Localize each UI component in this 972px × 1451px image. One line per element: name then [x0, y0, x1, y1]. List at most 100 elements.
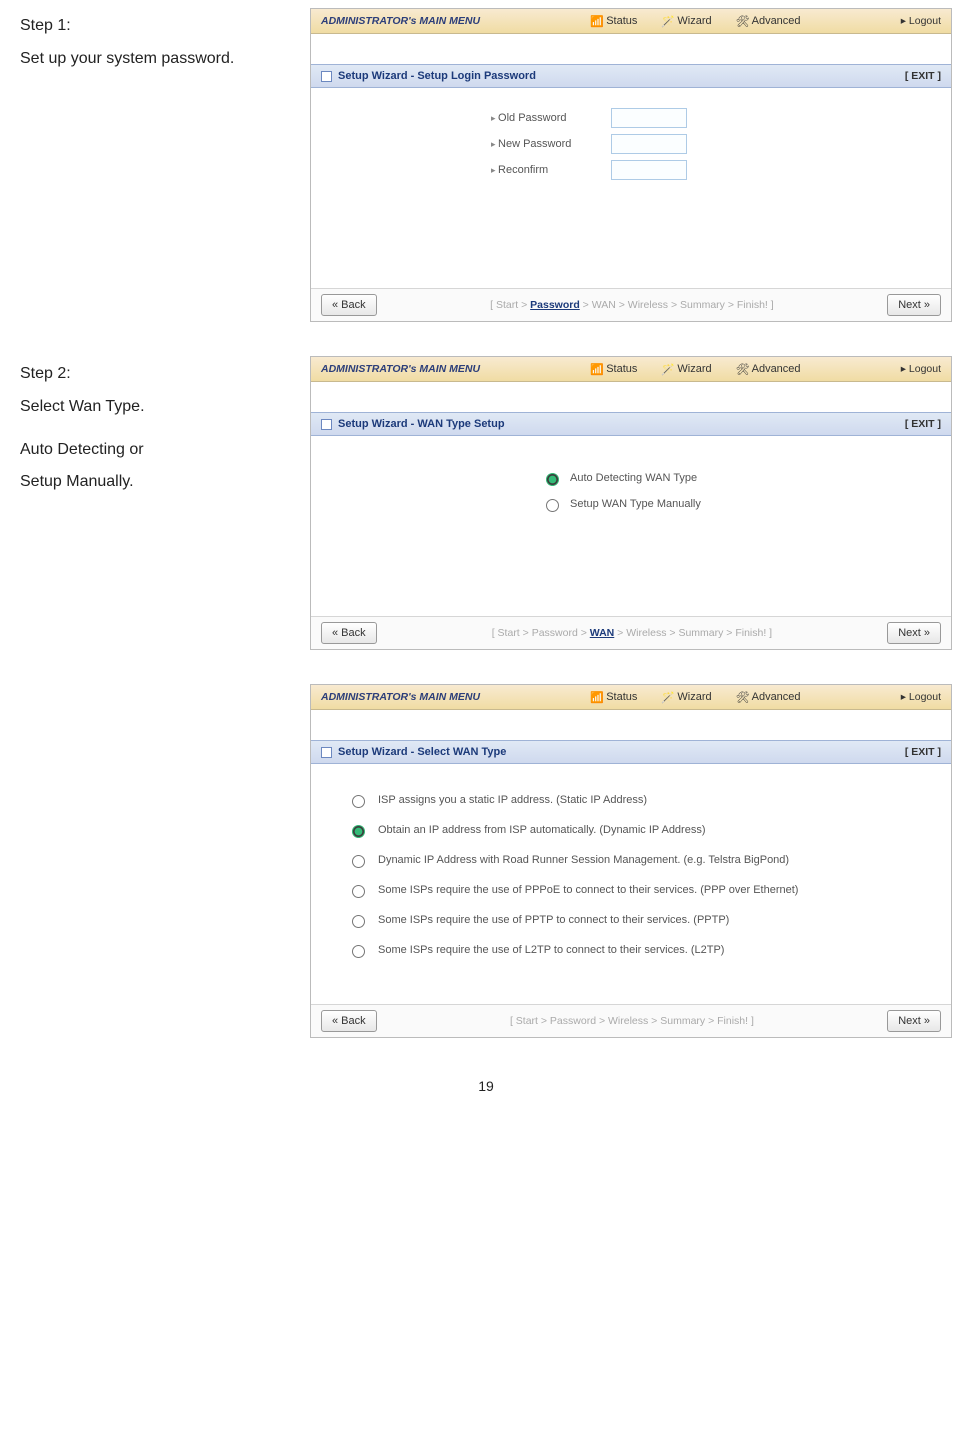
crumb-pre: [ Start >	[490, 299, 530, 311]
nav-wizard-label: Wizard	[677, 363, 711, 375]
old-password-input[interactable]	[611, 108, 687, 128]
screenshot-step1: ADMINISTRATOR's MAIN MENU 📶 Status 🪄 Wiz…	[310, 8, 952, 322]
wizard-icon: 🪄	[661, 691, 673, 703]
status-icon: 📶	[590, 363, 602, 375]
nav-wizard[interactable]: 🪄 Wizard	[649, 691, 723, 703]
wan-pptp-radio[interactable]	[352, 915, 365, 928]
reconfirm-label: Reconfirm	[491, 164, 611, 176]
panel2-breadcrumb: [ Start > Password > WAN > Wireless > Su…	[377, 627, 888, 639]
step2-text: Select Wan Type.	[20, 395, 310, 420]
crumb-current: Password	[530, 299, 580, 311]
nav-logout[interactable]: ▸ Logout	[901, 363, 951, 375]
nav-logout[interactable]: ▸ Logout	[901, 15, 951, 27]
crumb-current: WAN	[590, 627, 615, 639]
panel1-next-button[interactable]: Next »	[887, 294, 941, 316]
admin-nav: ADMINISTRATOR's MAIN MENU 📶 Status 🪄 Wizar…	[311, 357, 951, 382]
panel3-breadcrumb: [ Start > Password > Wireless > Summary …	[377, 1015, 888, 1027]
panel3-title: Setup Wizard - Select WAN Type	[338, 746, 506, 758]
wan-pptp-option[interactable]: Some ISPs require the use of PPTP to con…	[347, 912, 951, 928]
status-icon: 📶	[590, 15, 602, 27]
nav-advanced-label: Advanced	[752, 691, 801, 703]
new-password-input[interactable]	[611, 134, 687, 154]
wan-l2tp-label: Some ISPs require the use of L2TP to con…	[378, 944, 724, 956]
wan-dynamic-radio[interactable]	[352, 825, 365, 838]
page-number: 19	[20, 1078, 952, 1094]
wan-manual-option[interactable]: Setup WAN Type Manually	[541, 496, 951, 512]
wan-l2tp-radio[interactable]	[352, 945, 365, 958]
panel2-header: Setup Wizard - WAN Type Setup [ EXIT ]	[311, 412, 951, 436]
panel1-back-button[interactable]: « Back	[321, 294, 377, 316]
wan-pptp-label: Some ISPs require the use of PPTP to con…	[378, 914, 729, 926]
new-password-label: New Password	[491, 138, 611, 150]
panel2-next-button[interactable]: Next »	[887, 622, 941, 644]
wan-bigpond-radio[interactable]	[352, 855, 365, 868]
nav-status[interactable]: 📶 Status	[578, 363, 649, 375]
wan-auto-radio[interactable]	[546, 473, 559, 486]
wan-auto-option[interactable]: Auto Detecting WAN Type	[541, 470, 951, 486]
advanced-icon: 🛠	[736, 363, 748, 375]
nav-advanced-label: Advanced	[752, 15, 801, 27]
nav-wizard[interactable]: 🪄 Wizard	[649, 15, 723, 27]
wan-static-radio[interactable]	[352, 795, 365, 808]
panel3-back-button[interactable]: « Back	[321, 1010, 377, 1032]
wan-bigpond-label: Dynamic IP Address with Road Runner Sess…	[378, 854, 789, 866]
panel1-header: Setup Wizard - Setup Login Password [ EX…	[311, 64, 951, 88]
wan-static-label: ISP assigns you a static IP address. (St…	[378, 794, 647, 806]
panel3-next-button[interactable]: Next »	[887, 1010, 941, 1032]
wizard-icon: 🪄	[661, 363, 673, 375]
brand-label: ADMINISTRATOR's MAIN MENU	[311, 15, 490, 27]
nav-status-label: Status	[606, 691, 637, 703]
crumb-pre: [ Start > Password >	[510, 1015, 605, 1027]
wan-pppoe-label: Some ISPs require the use of PPPoE to co…	[378, 884, 798, 896]
wizard-icon: 🪄	[661, 15, 673, 27]
step2-aux2: Setup Manually.	[20, 470, 310, 495]
panel-icon	[321, 419, 332, 430]
wan-manual-radio[interactable]	[546, 499, 559, 512]
nav-advanced[interactable]: 🛠Advanced	[724, 363, 813, 375]
nav-wizard[interactable]: 🪄 Wizard	[649, 363, 723, 375]
wan-l2tp-option[interactable]: Some ISPs require the use of L2TP to con…	[347, 942, 951, 958]
panel1-title: Setup Wizard - Setup Login Password	[338, 70, 536, 82]
step2-aux1: Auto Detecting or	[20, 438, 310, 463]
step1-title: Step 1:	[20, 14, 310, 39]
nav-status[interactable]: 📶 Status	[578, 15, 649, 27]
nav-wizard-label: Wizard	[677, 691, 711, 703]
brand-label: ADMINISTRATOR's MAIN MENU	[311, 691, 490, 703]
crumb-post: Wireless > Summary > Finish! ]	[608, 1015, 754, 1027]
panel2-back-button[interactable]: « Back	[321, 622, 377, 644]
crumb-post: > Wireless > Summary > Finish! ]	[614, 627, 772, 639]
panel3-header: Setup Wizard - Select WAN Type [ EXIT ]	[311, 740, 951, 764]
reconfirm-input[interactable]	[611, 160, 687, 180]
wan-dynamic-label: Obtain an IP address from ISP automatica…	[378, 824, 706, 836]
crumb-pre: [ Start > Password >	[492, 627, 590, 639]
admin-nav: ADMINISTRATOR's MAIN MENU 📶 Status 🪄 Wizar…	[311, 685, 951, 710]
wan-pppoe-radio[interactable]	[352, 885, 365, 898]
step1-text: Set up your system password.	[20, 47, 310, 72]
nav-advanced[interactable]: 🛠 Advanced	[724, 15, 813, 27]
nav-advanced[interactable]: 🛠 Advanced	[724, 691, 813, 703]
advanced-icon: 🛠	[736, 691, 748, 703]
wan-pppoe-option[interactable]: Some ISPs require the use of PPPoE to co…	[347, 882, 951, 898]
nav-status-label: Status	[606, 15, 637, 27]
wan-manual-label: Setup WAN Type Manually	[570, 498, 701, 510]
brand-label: ADMINISTRATOR's MAIN MENU	[311, 363, 490, 375]
panel2-exit[interactable]: [ EXIT ]	[905, 418, 941, 430]
nav-status-label: Status	[606, 363, 637, 375]
admin-nav: ADMINISTRATOR's MAIN MENU 📶 Status 🪄 Wiz…	[311, 9, 951, 34]
step2-title: Step 2:	[20, 362, 310, 387]
wan-bigpond-option[interactable]: Dynamic IP Address with Road Runner Sess…	[347, 852, 951, 868]
panel1-exit[interactable]: [ EXIT ]	[905, 70, 941, 82]
nav-logout[interactable]: ▸ Logout	[901, 691, 951, 703]
panel3-exit[interactable]: [ EXIT ]	[905, 746, 941, 758]
wan-auto-label: Auto Detecting WAN Type	[570, 472, 697, 484]
panel2-title: Setup Wizard - WAN Type Setup	[338, 418, 505, 430]
panel-icon	[321, 71, 332, 82]
wan-static-option[interactable]: ISP assigns you a static IP address. (St…	[347, 792, 951, 808]
status-icon: 📶	[590, 691, 602, 703]
crumb-post: > WAN > Wireless > Summary > Finish! ]	[580, 299, 774, 311]
panel1-breadcrumb: [ Start > Password > WAN > Wireless > Su…	[377, 299, 888, 311]
advanced-icon: 🛠	[736, 15, 748, 27]
nav-status[interactable]: 📶 Status	[578, 691, 649, 703]
wan-dynamic-option[interactable]: Obtain an IP address from ISP automatica…	[347, 822, 951, 838]
screenshot-step2a: ADMINISTRATOR's MAIN MENU 📶 Status 🪄 Wizar…	[310, 356, 952, 650]
